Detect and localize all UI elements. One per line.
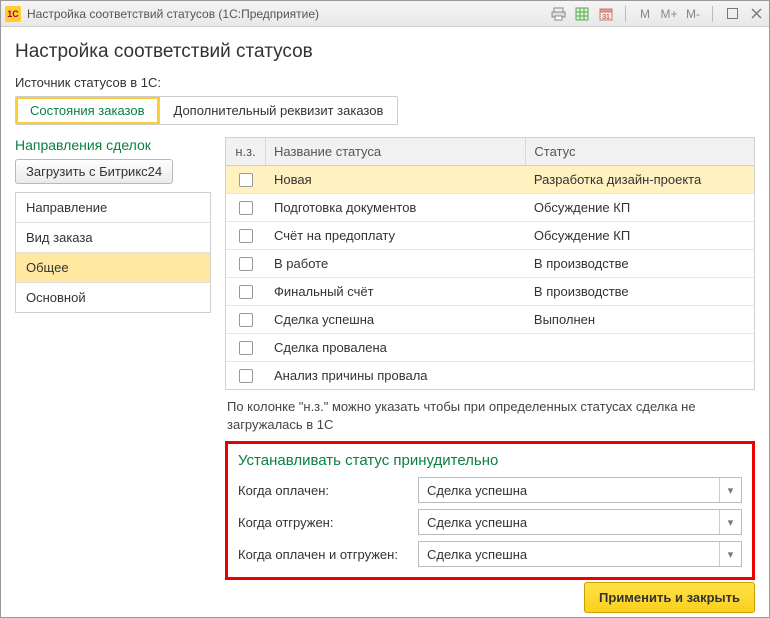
titlebar: 1C Настройка соответствий статусов (1С:П… <box>1 1 769 27</box>
table-row[interactable]: Сделка провалена <box>226 334 754 362</box>
force-row-2: Когда оплачен и отгружен: Сделка успешна ▾ <box>238 541 742 567</box>
table-row[interactable]: В работеВ производстве <box>226 250 754 278</box>
window-title: Настройка соответствий статусов (1С:Пред… <box>27 7 549 21</box>
status-cell: Разработка дизайн-проекта <box>526 166 754 193</box>
m-minus-button[interactable]: M- <box>684 5 702 23</box>
load-bitrix-button[interactable]: Загрузить с Битрикс24 <box>15 159 173 184</box>
tab-0[interactable]: Состояния заказов <box>16 97 160 124</box>
nz-checkbox[interactable] <box>239 173 253 187</box>
table-row[interactable]: Анализ причины провала <box>226 362 754 389</box>
left-column: Направления сделок Загрузить с Битрикс24… <box>15 137 211 580</box>
content: Настройка соответствий статусов Источник… <box>1 27 769 580</box>
status-name-cell: Финальный счёт <box>266 278 526 305</box>
grid-header: н.з. Название статуса Статус <box>226 138 754 166</box>
source-label: Источник статусов в 1С: <box>15 75 755 90</box>
status-name-cell: Подготовка документов <box>266 194 526 221</box>
footer: Применить и закрыть <box>584 590 755 605</box>
status-name-cell: Сделка успешна <box>266 306 526 333</box>
col-header-nz[interactable]: н.з. <box>226 138 266 165</box>
directions-list: НаправлениеВид заказаОбщееОсновной <box>15 192 211 313</box>
nz-cell <box>226 362 266 389</box>
app-logo-icon: 1C <box>5 6 21 22</box>
page-title: Настройка соответствий статусов <box>15 41 755 63</box>
force-select-2[interactable]: Сделка успешна ▾ <box>418 541 742 567</box>
force-row-1: Когда отгружен: Сделка успешна ▾ <box>238 509 742 535</box>
table-row[interactable]: Счёт на предоплатуОбсуждение КП <box>226 222 754 250</box>
nz-checkbox[interactable] <box>239 285 253 299</box>
force-label: Когда оплачен и отгружен: <box>238 547 418 562</box>
force-row-0: Когда оплачен: Сделка успешна ▾ <box>238 477 742 503</box>
source-tabs: Состояния заказовДополнительный реквизит… <box>15 96 398 125</box>
force-select-value: Сделка успешна <box>427 483 527 498</box>
sidebar-item-1[interactable]: Вид заказа <box>16 223 210 253</box>
maximize-icon[interactable] <box>723 5 741 23</box>
app-window: 1C Настройка соответствий статусов (1С:П… <box>0 0 770 618</box>
apply-close-button[interactable]: Применить и закрыть <box>584 582 755 613</box>
status-name-cell: Новая <box>266 166 526 193</box>
chevron-down-icon: ▾ <box>719 510 741 534</box>
m-button[interactable]: M <box>636 5 654 23</box>
nz-checkbox[interactable] <box>239 257 253 271</box>
force-label: Когда оплачен: <box>238 483 418 498</box>
directions-title: Направления сделок <box>15 137 211 153</box>
nz-checkbox[interactable] <box>239 313 253 327</box>
status-cell <box>526 334 754 361</box>
force-select-0[interactable]: Сделка успешна ▾ <box>418 477 742 503</box>
force-select-value: Сделка успешна <box>427 547 527 562</box>
sidebar-item-3[interactable]: Основной <box>16 283 210 312</box>
main-area: Направления сделок Загрузить с Битрикс24… <box>15 137 755 580</box>
grid-note: По колонке "н.з." можно указать чтобы пр… <box>227 398 753 433</box>
col-header-name[interactable]: Название статуса <box>266 138 526 165</box>
status-name-cell: Сделка провалена <box>266 334 526 361</box>
chevron-down-icon: ▾ <box>719 542 741 566</box>
nz-checkbox[interactable] <box>239 369 253 383</box>
table-row[interactable]: Финальный счётВ производстве <box>226 278 754 306</box>
force-status-title: Устанавливать статус принудительно <box>238 452 742 469</box>
divider <box>712 6 713 22</box>
nz-cell <box>226 250 266 277</box>
divider <box>625 6 626 22</box>
force-select-1[interactable]: Сделка успешна ▾ <box>418 509 742 535</box>
force-label: Когда отгружен: <box>238 515 418 530</box>
tab-1[interactable]: Дополнительный реквизит заказов <box>160 97 398 124</box>
print-icon[interactable] <box>549 5 567 23</box>
nz-cell <box>226 278 266 305</box>
force-select-value: Сделка успешна <box>427 515 527 530</box>
col-header-status[interactable]: Статус <box>526 138 754 165</box>
close-icon[interactable] <box>747 5 765 23</box>
chevron-down-icon: ▾ <box>719 478 741 502</box>
status-name-cell: В работе <box>266 250 526 277</box>
status-cell: В производстве <box>526 250 754 277</box>
svg-text:31: 31 <box>602 14 610 21</box>
sidebar-item-0[interactable]: Направление <box>16 193 210 223</box>
nz-checkbox[interactable] <box>239 201 253 215</box>
table-row[interactable]: Подготовка документовОбсуждение КП <box>226 194 754 222</box>
status-grid: н.з. Название статуса Статус НоваяРазраб… <box>225 137 755 390</box>
m-plus-button[interactable]: M+ <box>660 5 678 23</box>
nz-cell <box>226 306 266 333</box>
status-cell <box>526 362 754 389</box>
calendar-icon[interactable]: 31 <box>597 5 615 23</box>
nz-checkbox[interactable] <box>239 229 253 243</box>
status-name-cell: Анализ причины провала <box>266 362 526 389</box>
nz-checkbox[interactable] <box>239 341 253 355</box>
nz-cell <box>226 194 266 221</box>
right-column: н.з. Название статуса Статус НоваяРазраб… <box>225 137 755 580</box>
status-name-cell: Счёт на предоплату <box>266 222 526 249</box>
status-cell: Обсуждение КП <box>526 222 754 249</box>
force-status-box: Устанавливать статус принудительно Когда… <box>225 441 755 580</box>
status-cell: Обсуждение КП <box>526 194 754 221</box>
table-row[interactable]: Сделка успешнаВыполнен <box>226 306 754 334</box>
table-row[interactable]: НоваяРазработка дизайн-проекта <box>226 166 754 194</box>
nz-cell <box>226 222 266 249</box>
nz-cell <box>226 166 266 193</box>
titlebar-icons: 31 M M+ M- <box>549 5 765 23</box>
nz-cell <box>226 334 266 361</box>
sidebar-item-2[interactable]: Общее <box>16 253 210 283</box>
status-cell: Выполнен <box>526 306 754 333</box>
status-cell: В производстве <box>526 278 754 305</box>
grid-icon[interactable] <box>573 5 591 23</box>
